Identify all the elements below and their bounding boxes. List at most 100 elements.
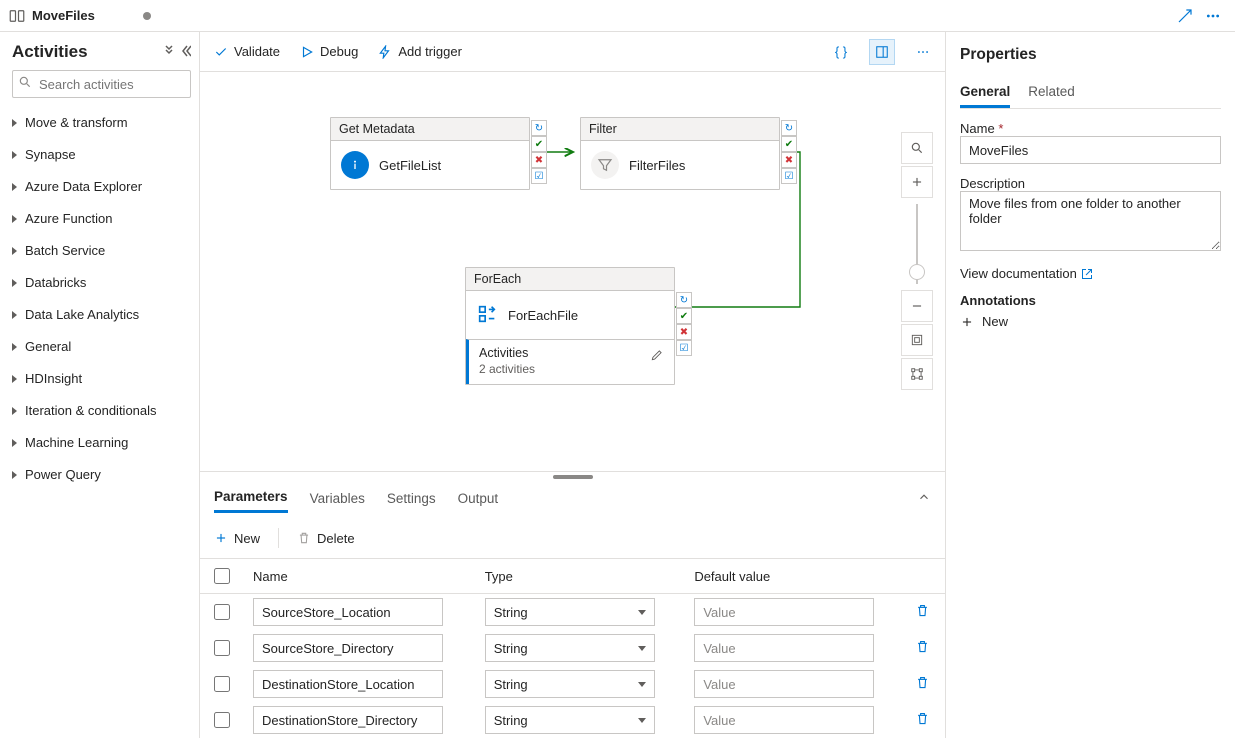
activity-category[interactable]: Batch Service bbox=[12, 234, 191, 266]
add-trigger-button[interactable]: Add trigger bbox=[378, 44, 462, 59]
activity-category[interactable]: HDInsight bbox=[12, 362, 191, 394]
edit-icon[interactable] bbox=[650, 348, 664, 365]
param-name-input[interactable] bbox=[253, 634, 443, 662]
delete-row-icon[interactable] bbox=[915, 678, 930, 693]
zoom-out-button[interactable] bbox=[901, 290, 933, 322]
chevron-right-icon bbox=[12, 435, 17, 450]
node-complete-icon[interactable]: ☑ bbox=[531, 168, 547, 184]
unsaved-dot-icon bbox=[143, 12, 151, 20]
delete-row-icon[interactable] bbox=[915, 714, 930, 729]
select-all-checkbox[interactable] bbox=[214, 568, 230, 584]
bottom-tab[interactable]: Output bbox=[458, 485, 499, 512]
bottom-tab[interactable]: Parameters bbox=[214, 483, 288, 513]
param-value-input[interactable]: Value bbox=[694, 598, 874, 626]
pipeline-canvas[interactable]: Get Metadata GetFileList ↻ ✔ ✖ ☑ Filter bbox=[200, 72, 945, 471]
activity-category[interactable]: Power Query bbox=[12, 458, 191, 490]
auto-layout-button[interactable] bbox=[901, 358, 933, 390]
param-value-input[interactable]: Value bbox=[694, 670, 874, 698]
node-success-icon[interactable]: ✔ bbox=[781, 136, 797, 152]
debug-button[interactable]: Debug bbox=[300, 44, 358, 59]
param-type-select[interactable]: String bbox=[485, 706, 655, 734]
param-value-input[interactable]: Value bbox=[694, 706, 874, 734]
param-name-input[interactable] bbox=[253, 598, 443, 626]
expand-icon[interactable] bbox=[1171, 2, 1199, 30]
collapse-sidebar-icon[interactable] bbox=[179, 45, 191, 60]
node-fail-icon[interactable]: ✖ bbox=[676, 324, 692, 340]
new-parameter-button[interactable]: New bbox=[214, 531, 260, 546]
new-annotation-button[interactable]: New bbox=[960, 314, 1221, 329]
description-textarea[interactable] bbox=[960, 191, 1221, 251]
activity-category[interactable]: Move & transform bbox=[12, 106, 191, 138]
info-icon bbox=[341, 151, 369, 179]
param-type-select[interactable]: String bbox=[485, 670, 655, 698]
param-value-input[interactable]: Value bbox=[694, 634, 874, 662]
activity-category[interactable]: Data Lake Analytics bbox=[12, 298, 191, 330]
delete-row-icon[interactable] bbox=[915, 606, 930, 621]
activity-node-get-metadata[interactable]: Get Metadata GetFileList ↻ ✔ ✖ ☑ bbox=[330, 117, 530, 190]
chevron-right-icon bbox=[12, 147, 17, 162]
table-row: String Value bbox=[200, 702, 945, 738]
code-view-icon[interactable]: { } bbox=[833, 44, 849, 60]
node-fail-icon[interactable]: ✖ bbox=[531, 152, 547, 168]
name-input[interactable] bbox=[960, 136, 1221, 164]
delete-parameter-button[interactable]: Delete bbox=[297, 531, 355, 546]
node-retry-icon[interactable]: ↻ bbox=[531, 120, 547, 136]
sidebar-title: Activities bbox=[12, 42, 163, 62]
node-success-icon[interactable]: ✔ bbox=[676, 308, 692, 324]
fit-to-screen-button[interactable] bbox=[901, 324, 933, 356]
bottom-panel: Parameters Variables Settings Output New De… bbox=[200, 471, 945, 738]
zoom-in-button[interactable] bbox=[901, 166, 933, 198]
resize-handle[interactable] bbox=[200, 472, 945, 480]
chevron-right-icon bbox=[12, 275, 17, 290]
node-success-icon[interactable]: ✔ bbox=[531, 136, 547, 152]
toolbar-more-icon[interactable] bbox=[915, 44, 931, 60]
search-icon bbox=[18, 75, 32, 92]
param-name-input[interactable] bbox=[253, 670, 443, 698]
activity-category[interactable]: Databricks bbox=[12, 266, 191, 298]
node-complete-icon[interactable]: ☑ bbox=[781, 168, 797, 184]
zoom-slider[interactable] bbox=[916, 204, 918, 284]
row-checkbox[interactable] bbox=[214, 604, 230, 620]
properties-tab[interactable]: General bbox=[960, 78, 1010, 108]
activity-node-foreach[interactable]: ForEach ForEachFile Activities 2 activit… bbox=[465, 267, 675, 385]
collapse-panel-icon[interactable] bbox=[917, 490, 931, 507]
activity-category[interactable]: Machine Learning bbox=[12, 426, 191, 458]
node-complete-icon[interactable]: ☑ bbox=[676, 340, 692, 356]
bottom-tab[interactable]: Variables bbox=[310, 485, 365, 512]
node-fail-icon[interactable]: ✖ bbox=[781, 152, 797, 168]
row-checkbox[interactable] bbox=[214, 676, 230, 692]
more-icon[interactable] bbox=[1199, 2, 1227, 30]
col-default: Default value bbox=[684, 559, 905, 594]
zoom-controls bbox=[901, 132, 933, 390]
node-retry-icon[interactable]: ↻ bbox=[781, 120, 797, 136]
param-type-select[interactable]: String bbox=[485, 634, 655, 662]
node-group-label: Filter bbox=[581, 118, 779, 141]
node-name: GetFileList bbox=[379, 158, 441, 173]
param-name-input[interactable] bbox=[253, 706, 443, 734]
activity-category[interactable]: Synapse bbox=[12, 138, 191, 170]
param-type-select[interactable]: String bbox=[485, 598, 655, 626]
parameters-table: Name Type Default value StringValueStrin… bbox=[200, 558, 945, 738]
validate-button[interactable]: Validate bbox=[214, 44, 280, 59]
chevron-right-icon bbox=[12, 339, 17, 354]
properties-toggle-icon[interactable] bbox=[869, 39, 895, 65]
properties-tab[interactable]: Related bbox=[1028, 78, 1075, 108]
table-row: String Value bbox=[200, 630, 945, 666]
activities-sidebar: Activities Move & transformSynapseAzure … bbox=[0, 32, 200, 738]
row-checkbox[interactable] bbox=[214, 640, 230, 656]
activity-category[interactable]: Azure Data Explorer bbox=[12, 170, 191, 202]
activity-category[interactable]: Iteration & conditionals bbox=[12, 394, 191, 426]
expand-all-icon[interactable] bbox=[163, 45, 175, 60]
bottom-tab[interactable]: Settings bbox=[387, 485, 436, 512]
activity-node-filter[interactable]: Filter FilterFiles ↻ ✔ ✖ ☑ bbox=[580, 117, 780, 190]
activity-category[interactable]: General bbox=[12, 330, 191, 362]
row-checkbox[interactable] bbox=[214, 712, 230, 728]
delete-row-icon[interactable] bbox=[915, 642, 930, 657]
view-documentation-link[interactable]: View documentation bbox=[960, 266, 1221, 281]
activity-category[interactable]: Azure Function bbox=[12, 202, 191, 234]
chevron-right-icon bbox=[12, 403, 17, 418]
node-group-label: ForEach bbox=[466, 268, 674, 291]
zoom-search-button[interactable] bbox=[901, 132, 933, 164]
search-input[interactable] bbox=[12, 70, 191, 98]
node-retry-icon[interactable]: ↻ bbox=[676, 292, 692, 308]
